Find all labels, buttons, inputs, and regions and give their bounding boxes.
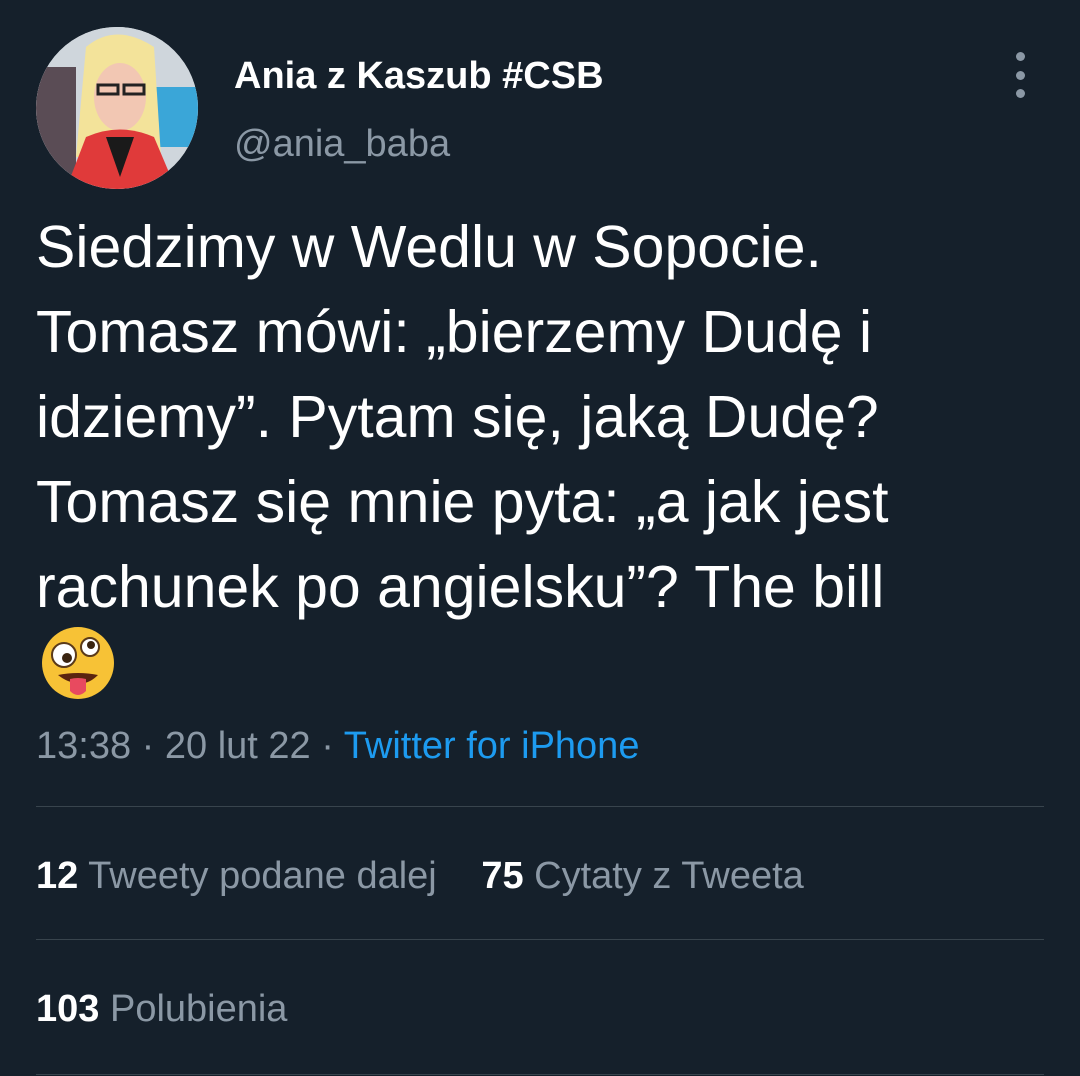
tweet-source-link[interactable]: Twitter for iPhone — [344, 725, 640, 767]
tweet-text-line: Siedzimy w Wedlu w Sopocie. — [36, 214, 822, 280]
divider — [36, 939, 1044, 940]
more-vertical-icon-dot — [1015, 70, 1025, 80]
more-vertical-icon — [1015, 52, 1025, 61]
avatar[interactable] — [36, 27, 198, 189]
likes-count: 103 — [36, 988, 100, 1030]
engagement-stats: 12 Tweety podane dalej 75 Cytaty z Tweet… — [36, 852, 838, 900]
tweet-time[interactable]: 13:38 — [36, 725, 131, 767]
retweets-label: Tweety podane dalej — [88, 855, 437, 897]
likes-stats: 103 Polubienia — [36, 985, 321, 1033]
meta-separator: · — [321, 725, 334, 767]
quotes-stat[interactable]: 75 Cytaty z Tweeta — [481, 855, 803, 897]
more-vertical-icon-dot — [1015, 89, 1025, 98]
divider — [36, 1074, 1044, 1075]
tweet-text: Siedzimy w Wedlu w Sopocie. Tomasz mówi:… — [36, 205, 1046, 630]
likes-label: Polubienia — [109, 988, 288, 1030]
tweet-text-line: idziemy”. Pytam się, jaką Dudę? — [36, 384, 879, 450]
display-name[interactable]: Ania z Kaszub #CSB — [234, 52, 604, 100]
likes-stat[interactable]: 103 Polubienia — [36, 988, 287, 1030]
zany-face-emoji — [42, 627, 114, 699]
retweets-count: 12 — [36, 855, 79, 897]
tweet-text-line: rachunek po angielsku”? The bill — [36, 554, 885, 620]
tweet-text-line: Tomasz się mnie pyta: „a jak jest — [36, 469, 889, 535]
quotes-count: 75 — [481, 855, 524, 897]
retweets-stat[interactable]: 12 Tweety podane dalej — [36, 855, 437, 897]
tweet-date[interactable]: 20 lut 22 — [165, 725, 311, 767]
tweet-meta: 13:38 · 20 lut 22 · Twitter for iPhone — [36, 722, 639, 770]
meta-separator: · — [141, 725, 155, 767]
divider — [36, 806, 1044, 807]
quotes-label: Cytaty z Tweeta — [534, 855, 804, 897]
tweet-text-line: Tomasz mówi: „bierzemy Dudę i — [36, 299, 873, 365]
more-options-button[interactable] — [1002, 52, 1038, 98]
user-handle[interactable]: @ania_baba — [234, 120, 450, 168]
avatar-image — [36, 27, 198, 189]
